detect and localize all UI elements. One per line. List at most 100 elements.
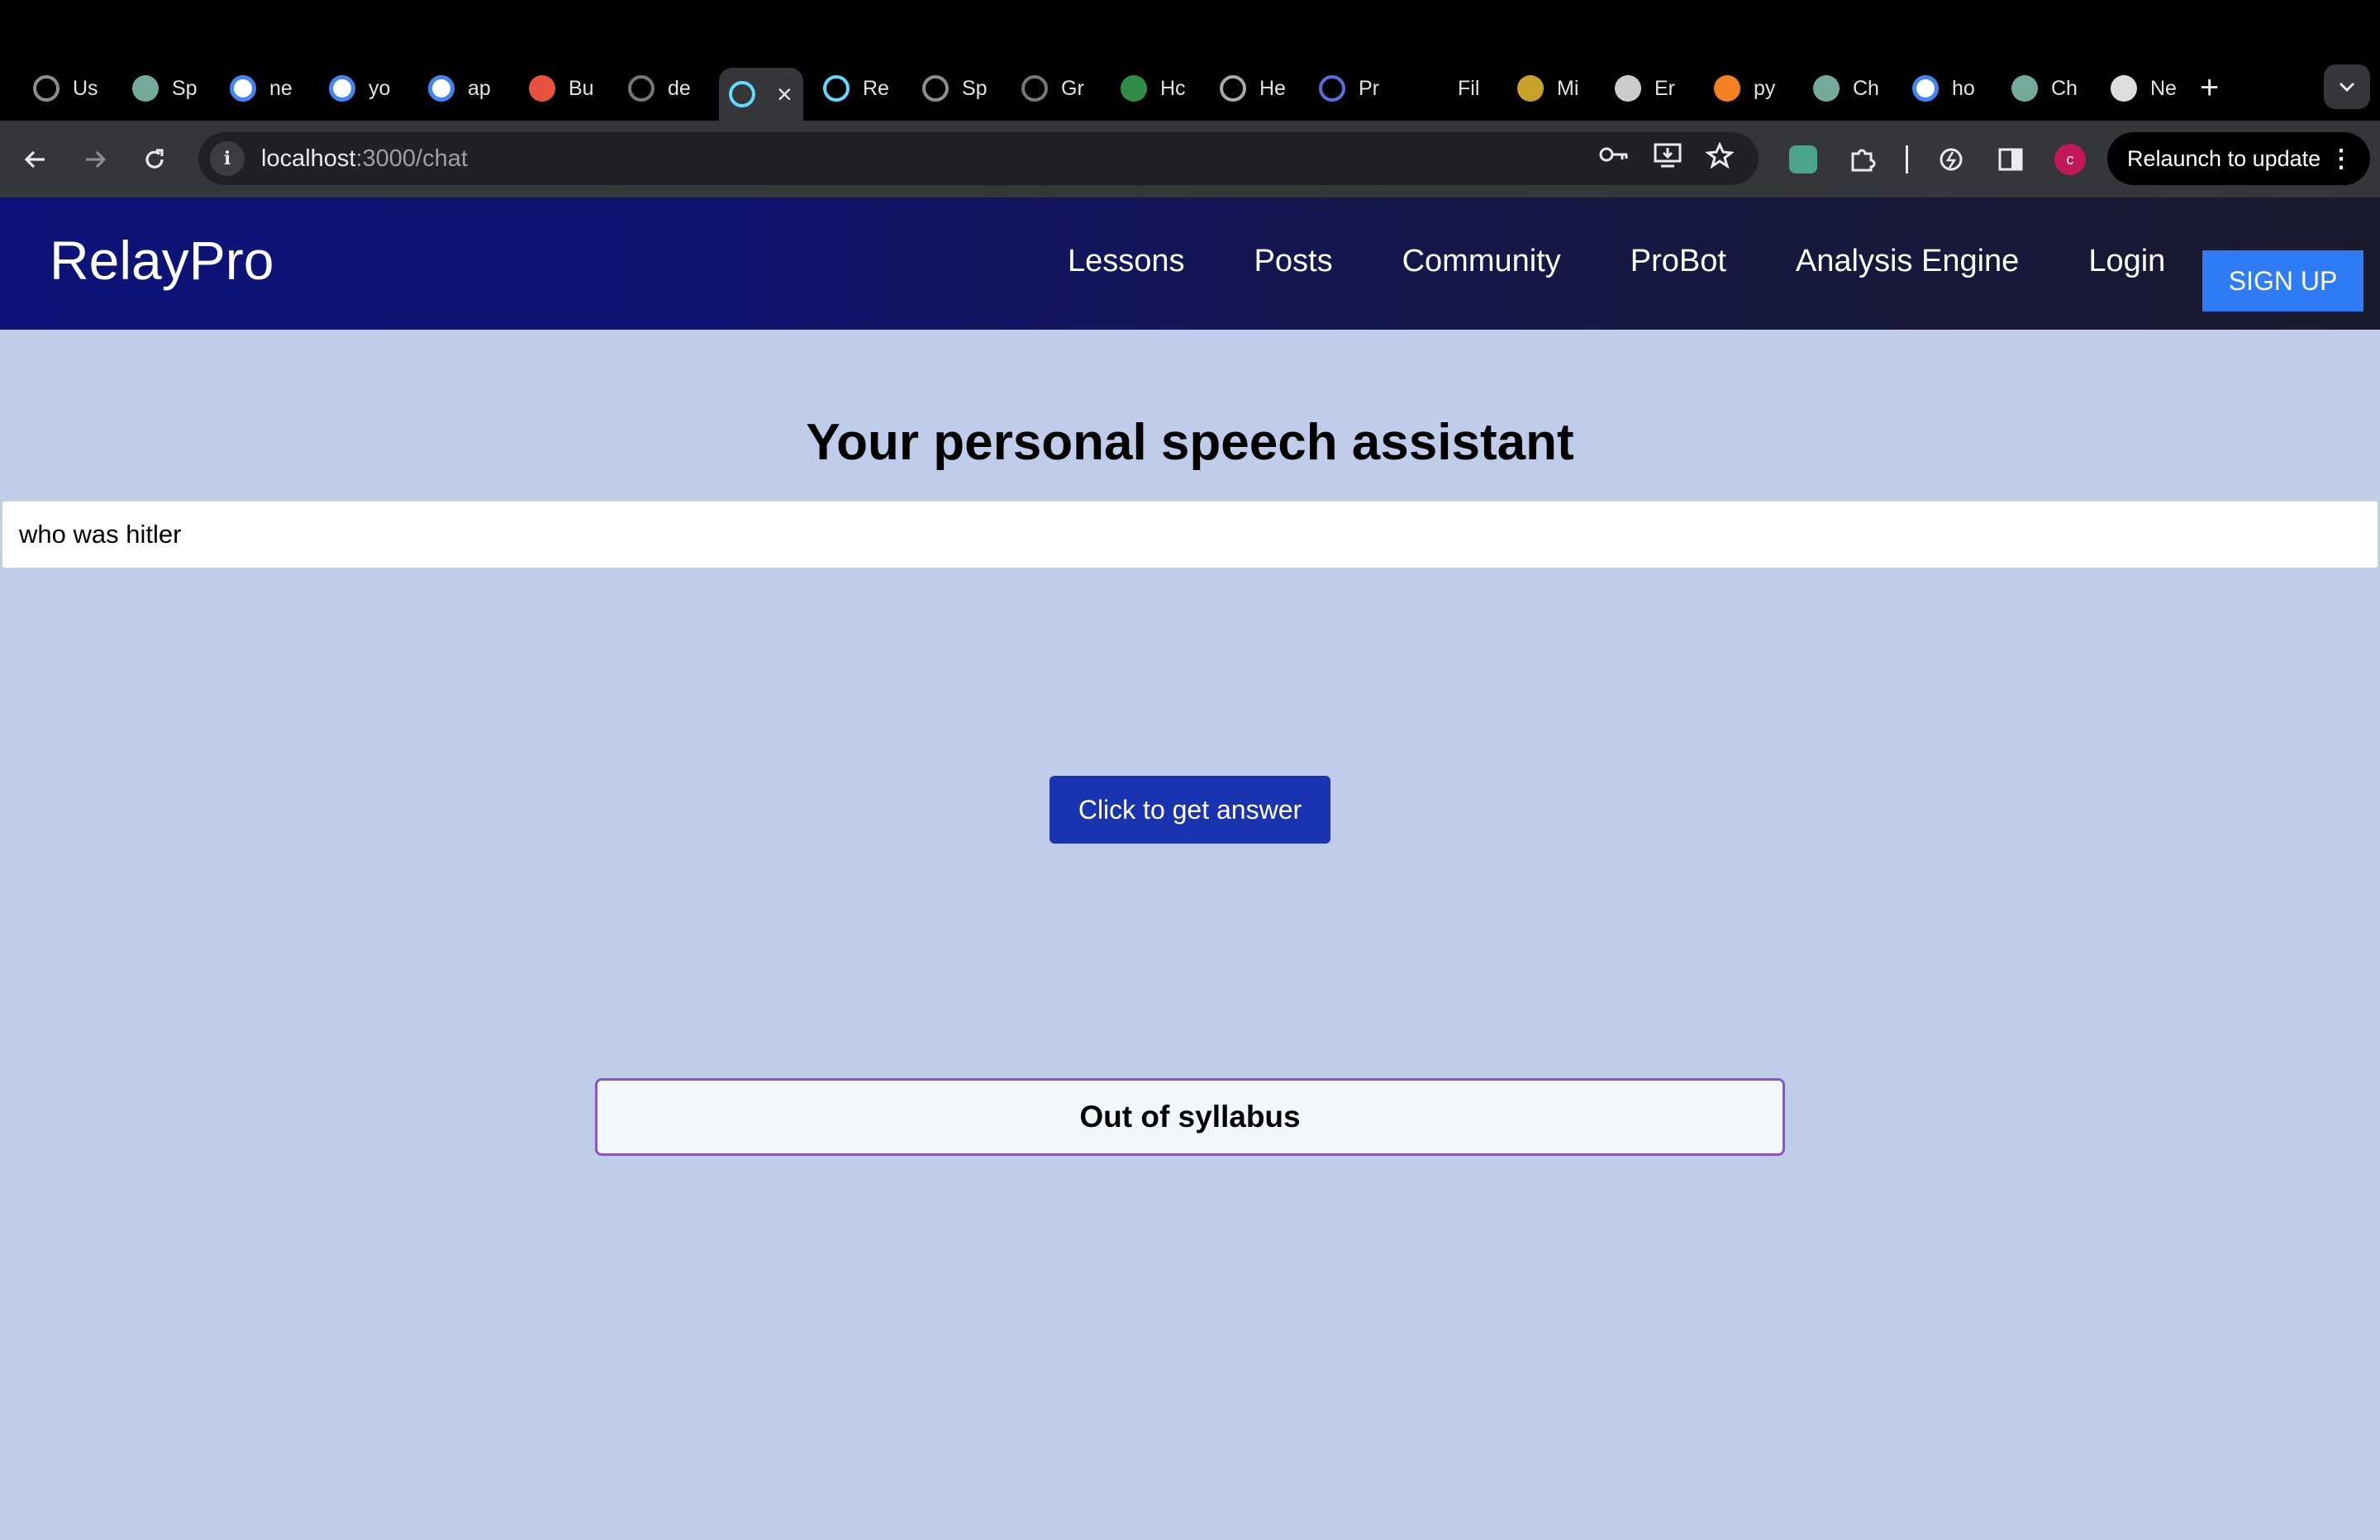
menu-dots-icon[interactable]: ⋮ xyxy=(2329,145,2354,173)
browser-tab[interactable]: Ne xyxy=(2111,68,2193,109)
relaunch-button[interactable]: Relaunch to update ⋮ xyxy=(2107,132,2370,185)
site-info-icon[interactable]: i xyxy=(210,141,245,176)
bookmark-star-icon[interactable] xyxy=(1705,141,1735,175)
browser-toolbar: i localhost:3000/chat c Relaunch to upda… xyxy=(0,121,2380,197)
question-input[interactable]: who was hitler xyxy=(2,501,2378,568)
browser-tab-label: yo xyxy=(369,76,391,100)
react-icon xyxy=(729,81,755,107)
browser-tab[interactable]: Mi xyxy=(1517,68,1600,109)
browser-tab[interactable]: Gr xyxy=(1021,68,1104,109)
browser-tab-label: Er xyxy=(1654,76,1675,100)
browser-tab[interactable]: yo xyxy=(329,68,412,109)
google-icon xyxy=(428,75,455,102)
browser-tab[interactable]: Pr xyxy=(1319,68,1402,109)
browser-tab-label: Sp xyxy=(962,76,988,100)
browser-tab[interactable]: de xyxy=(628,68,711,109)
relaunch-label: Relaunch to update xyxy=(2127,145,2321,171)
browser-tab-label: Us xyxy=(73,76,98,100)
chatgpt-icon xyxy=(132,75,159,102)
stackoverflow-icon xyxy=(1714,75,1740,102)
chatgpt-icon xyxy=(2011,75,2038,102)
browser-tab-label: Pr xyxy=(1359,76,1379,100)
browser-tab[interactable]: ap xyxy=(428,68,511,109)
nav-link-lessons[interactable]: Lessons xyxy=(1068,244,1185,279)
browser-tab[interactable]: Ch xyxy=(2011,68,2094,109)
openai-icon xyxy=(922,75,949,102)
browser-tab[interactable]: Bu xyxy=(529,68,612,109)
browser-tab[interactable]: Sp xyxy=(132,68,215,109)
answer-result-box: Out of syllabus xyxy=(595,1078,1785,1156)
google-icon xyxy=(329,75,355,102)
reload-button[interactable] xyxy=(132,137,177,182)
side-panel-icon[interactable] xyxy=(1988,137,2033,182)
browser-tab-label: de xyxy=(668,76,691,100)
nav-link-community[interactable]: Community xyxy=(1402,244,1561,279)
github-icon xyxy=(628,75,654,102)
extension-chatgpt-icon[interactable] xyxy=(1781,137,1825,182)
brand-logo[interactable]: RelayPro xyxy=(50,229,274,292)
grammarly-icon xyxy=(529,75,555,102)
get-answer-button[interactable]: Click to get answer xyxy=(1050,776,1330,844)
browser-tab-label: py xyxy=(1754,76,1776,100)
browser-tab-label: Mi xyxy=(1557,76,1579,100)
browser-tab-label: Bu xyxy=(569,76,594,100)
close-tab-icon[interactable]: × xyxy=(777,79,793,110)
profile-avatar[interactable]: c xyxy=(2048,137,2092,182)
browser-tab[interactable]: Re xyxy=(823,68,906,109)
nav-link-posts[interactable]: Posts xyxy=(1254,244,1333,279)
browser-tab-label: ho xyxy=(1952,76,1975,100)
avatar: c xyxy=(2054,144,2086,175)
blank-icon xyxy=(1418,75,1445,102)
extensions-puzzle-icon[interactable] xyxy=(1840,137,1885,182)
signup-button[interactable]: SIGN UP xyxy=(2202,250,2363,311)
toolbar-divider xyxy=(1906,145,1908,173)
performance-icon[interactable] xyxy=(1929,137,1973,182)
react-icon xyxy=(823,75,850,102)
browser-tab-label: ap xyxy=(468,76,491,100)
forward-arrow-icon xyxy=(86,150,107,169)
globe-icon xyxy=(1615,75,1641,102)
browser-tab[interactable]: Us xyxy=(33,68,116,109)
browser-tab[interactable]: Sp xyxy=(922,68,1005,109)
chrome-icon xyxy=(2111,75,2137,102)
key-icon[interactable] xyxy=(1598,142,1630,175)
browser-tab[interactable]: ne xyxy=(230,68,312,109)
openai-icon xyxy=(33,75,60,102)
forward-button[interactable] xyxy=(73,137,117,182)
google-icon xyxy=(230,75,256,102)
address-bar[interactable]: i localhost:3000/chat xyxy=(198,132,1759,185)
url-text[interactable]: localhost:3000/chat xyxy=(261,145,468,173)
back-button[interactable] xyxy=(13,137,58,182)
browser-tab[interactable]: Fil xyxy=(1418,68,1501,109)
nav-link-analysis-engine[interactable]: Analysis Engine xyxy=(1796,244,2019,279)
browser-tab[interactable]: py xyxy=(1714,68,1797,109)
chevron-down-icon xyxy=(2339,82,2355,92)
main-nav: Lessons Posts Community ProBot Analysis Engi… xyxy=(1068,244,2235,279)
browser-tab-label: ne xyxy=(269,76,293,100)
circle-icon xyxy=(1319,75,1345,102)
nav-link-login[interactable]: Login xyxy=(2088,244,2165,279)
browser-tab[interactable]: Hc xyxy=(1121,68,1203,109)
install-app-icon[interactable] xyxy=(1653,142,1683,175)
browser-tab[interactable]: ho xyxy=(1912,68,1995,109)
chatgpt-icon xyxy=(1813,75,1840,102)
browser-tab[interactable]: He xyxy=(1220,68,1302,109)
nav-link-probot[interactable]: ProBot xyxy=(1630,244,1726,279)
browser-tab[interactable]: × xyxy=(719,68,803,121)
browser-tab-label: Fil xyxy=(1458,76,1480,100)
browser-tab-label: Re xyxy=(863,76,889,100)
browser-tab-label: Ne xyxy=(2150,76,2177,100)
github-icon xyxy=(1021,75,1048,102)
browser-tab-label: Ch xyxy=(1853,76,1879,100)
google-icon xyxy=(1912,75,1939,102)
tab-search-button[interactable] xyxy=(2324,64,2370,109)
browser-tab[interactable]: Ch xyxy=(1813,68,1896,109)
browser-tabstrip: Us Sp ne yo ap Bu de × Re Sp Gr Hc He Pr Fil Mi Er py Ch ho… xyxy=(0,0,2380,121)
new-tab-button[interactable]: + xyxy=(2200,69,2219,107)
loading-icon xyxy=(1220,75,1246,102)
browser-tab-label: Gr xyxy=(1061,76,1084,100)
reload-icon xyxy=(145,149,164,169)
browser-tab[interactable]: Er xyxy=(1615,68,1697,109)
browser-tab-label: Sp xyxy=(172,76,198,100)
mt-icon xyxy=(1517,75,1544,102)
